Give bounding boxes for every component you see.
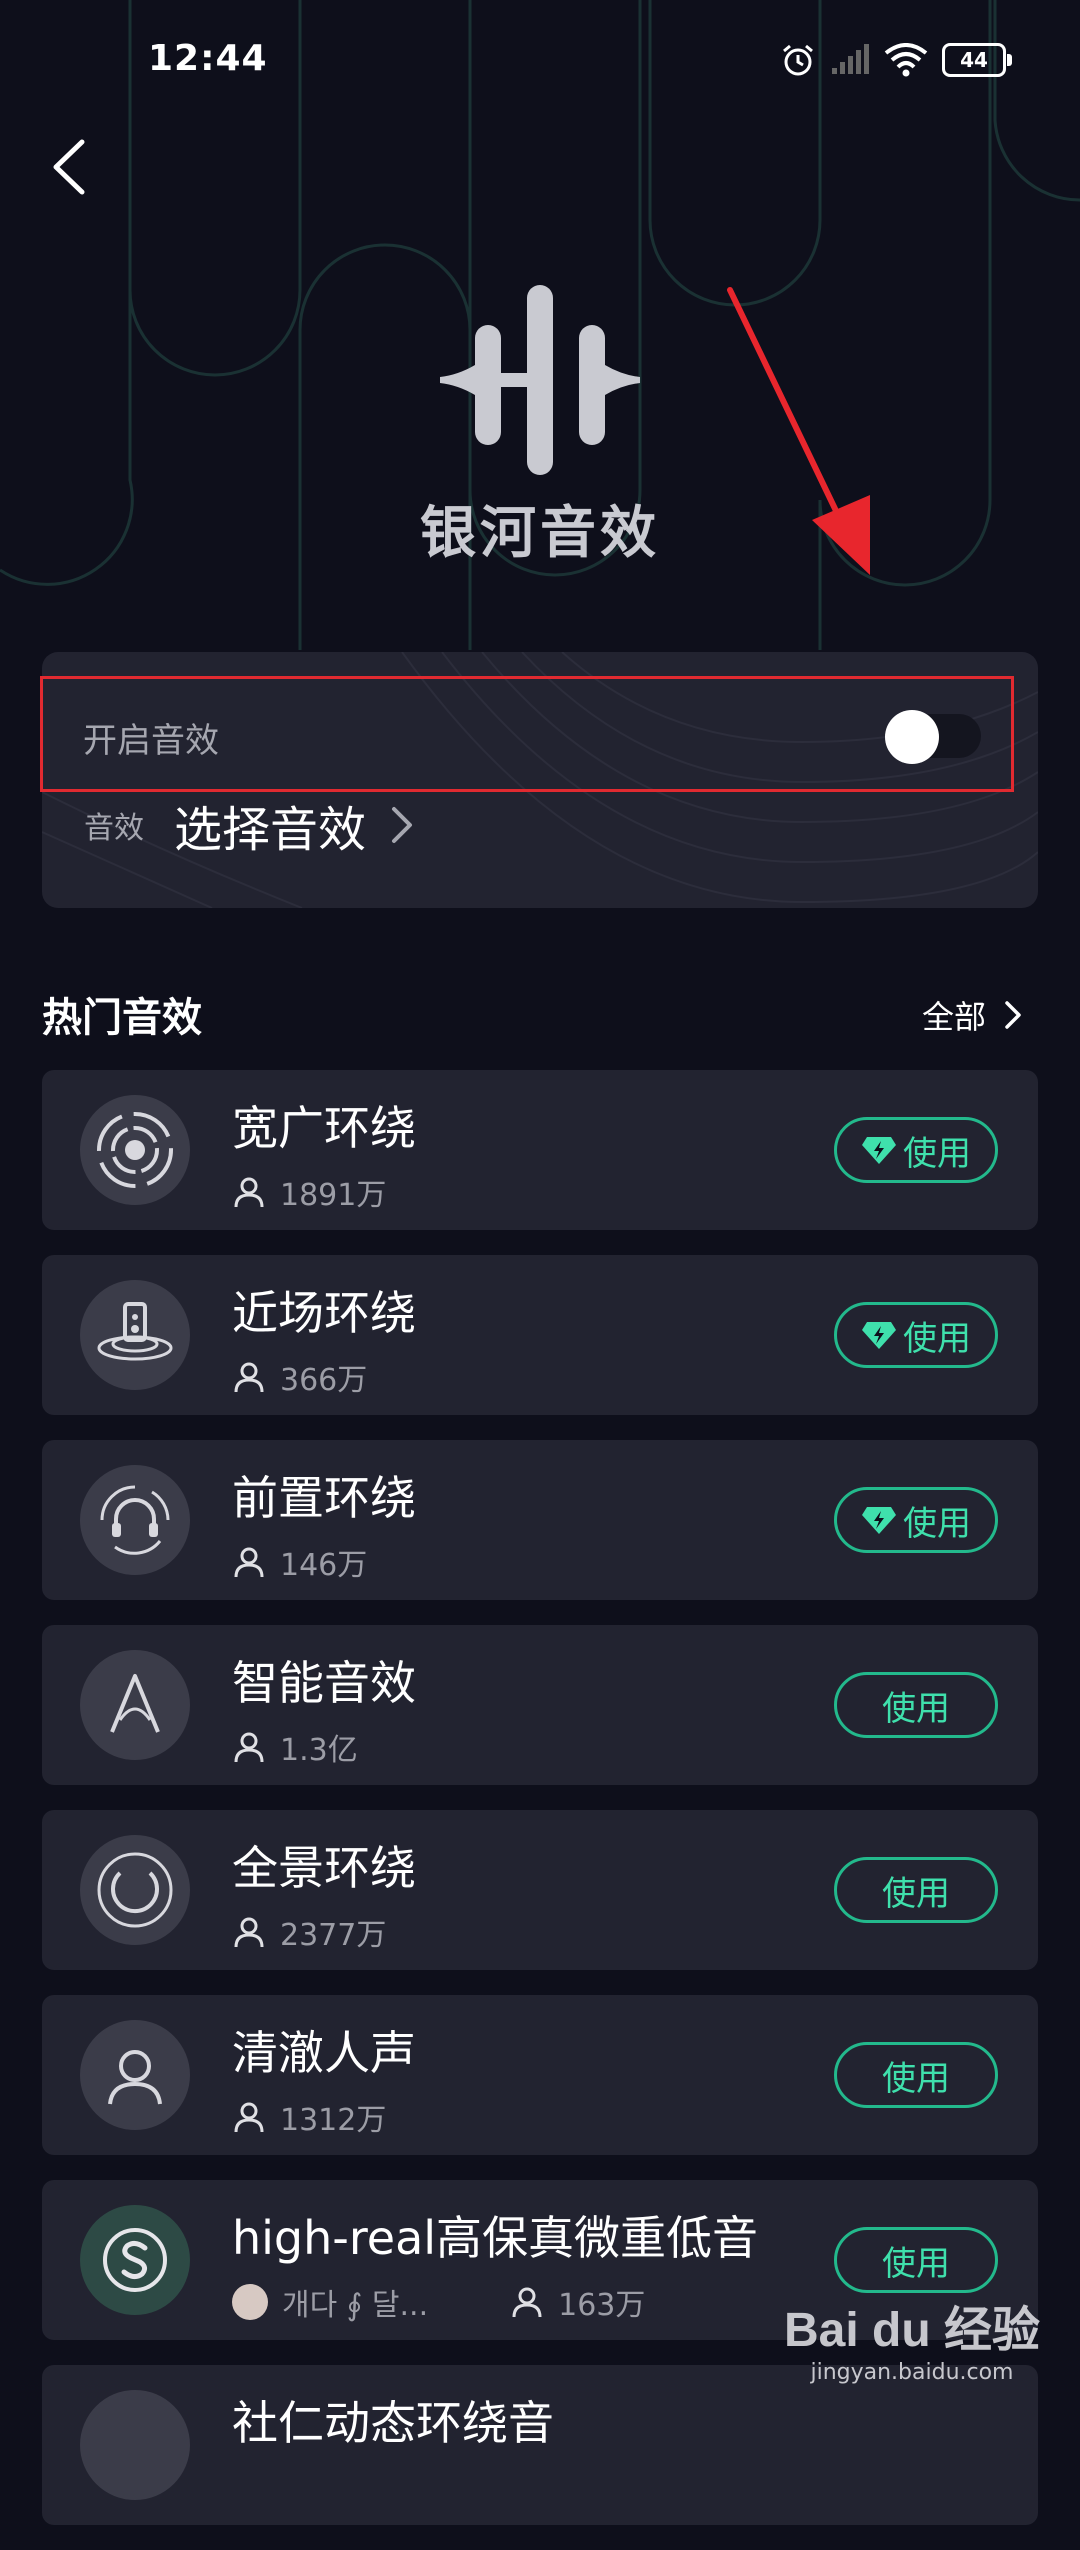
author-info: 개다 ∮ 달...	[232, 2280, 428, 2324]
wifi-icon	[884, 43, 928, 77]
status-bar: 12:44 44	[0, 0, 1080, 120]
select-effect-prefix: 音效	[84, 811, 144, 846]
list-item[interactable]: 智能音效 1.3亿 使用	[42, 1625, 1038, 1785]
effect-icon	[80, 2390, 190, 2500]
user-count-icon	[234, 2102, 264, 2133]
use-button[interactable]: 使用	[834, 2227, 998, 2293]
panorama-icon	[80, 1835, 190, 1945]
user-count-icon	[234, 1547, 264, 1578]
vip-gem-icon	[862, 1322, 896, 1349]
headphones-icon	[80, 1465, 190, 1575]
vip-gem-icon	[862, 1507, 896, 1534]
use-button-label: 使用	[882, 2243, 950, 2284]
chevron-right-icon	[392, 807, 413, 843]
user-count-icon	[234, 1177, 264, 1208]
use-button[interactable]: 使用	[834, 1857, 998, 1923]
item-title: 社仁动态环绕音	[232, 2396, 554, 2450]
use-button-label: 使用	[903, 1133, 971, 1174]
user-count: 1.3亿	[280, 1733, 358, 1768]
item-title: 近场环绕	[232, 1286, 416, 1340]
status-icons: 44	[780, 40, 1012, 80]
item-meta: 366万	[232, 1355, 367, 1399]
app-name: 银河音效	[420, 501, 660, 566]
item-title: 智能音效	[232, 1656, 416, 1710]
use-button-label: 使用	[903, 1318, 971, 1359]
enable-effect-row[interactable]: 开启音效	[40, 676, 1014, 792]
vip-gem-icon	[862, 1137, 896, 1164]
user-count: 366万	[280, 1363, 368, 1398]
use-button-label: 使用	[903, 1503, 971, 1544]
chevron-right-icon	[1005, 1001, 1021, 1029]
user-count: 1891万	[280, 1178, 387, 1213]
user-count-icon	[234, 1917, 264, 1948]
list-item[interactable]: 近场环绕 366万 使用	[42, 1255, 1038, 1415]
use-button-label: 使用	[882, 2058, 950, 2099]
item-title: 前置环绕	[232, 1471, 416, 1525]
use-button[interactable]: 使用	[834, 1117, 998, 1183]
annotation-arrow	[727, 287, 870, 575]
back-button[interactable]	[44, 132, 94, 202]
list-item[interactable]: 社仁动态环绕音	[42, 2365, 1038, 2525]
user-count: 146万	[280, 1548, 368, 1583]
watermark-url: jingyan.baidu.com	[810, 2360, 1014, 2385]
use-button[interactable]: 使用	[834, 2042, 998, 2108]
use-button-label: 使用	[882, 1688, 950, 1729]
ai-letter-icon	[80, 1650, 190, 1760]
item-meta: 146万	[232, 1540, 367, 1584]
list-item[interactable]: 宽广环绕 1891万 使用	[42, 1070, 1038, 1230]
item-title: 宽广环绕	[232, 1101, 416, 1155]
item-meta: 2377万	[232, 1910, 386, 1954]
item-meta: 개다 ∮ 달... 163万	[232, 2280, 645, 2324]
alarm-icon	[783, 44, 813, 76]
author-avatar	[232, 2284, 268, 2320]
select-effect-value[interactable]: 选择音效	[174, 790, 366, 860]
battery-icon: 44	[942, 43, 1012, 77]
user-count: 1312万	[280, 2103, 387, 2138]
item-title: 全景环绕	[232, 1841, 416, 1895]
watermark-brand: Bai du 经验	[783, 2304, 1040, 2357]
item-meta: 1.3亿	[232, 1725, 358, 1769]
item-title: 清澈人声	[232, 2026, 416, 2080]
select-effect-row[interactable]: 音效 选择音效	[84, 790, 414, 860]
baidu-watermark: Bai du 经验 jingyan.baidu.com	[784, 2290, 1040, 2385]
speaker-icon	[80, 1280, 190, 1390]
user-count: 163万	[558, 2288, 646, 2323]
user-count-icon	[512, 2287, 542, 2318]
list-item[interactable]: 前置环绕 146万 使用	[42, 1440, 1038, 1600]
status-time: 12:44	[148, 38, 268, 79]
item-meta: 1312万	[232, 2095, 386, 2139]
use-button[interactable]: 使用	[834, 1302, 998, 1368]
enable-effect-switch[interactable]	[885, 710, 981, 764]
view-all-link[interactable]: 全部	[922, 992, 1022, 1038]
use-button-label: 使用	[882, 1873, 950, 1914]
author-name: 개다 ∮ 달...	[282, 2288, 429, 2323]
user-count-icon	[234, 1362, 264, 1393]
wide-surround-icon	[80, 1095, 190, 1205]
use-button[interactable]: 使用	[834, 1672, 998, 1738]
switch-knob	[885, 710, 939, 764]
user-count-icon	[234, 1732, 264, 1763]
item-meta: 1891万	[232, 1170, 386, 1214]
s-badge-icon	[80, 2205, 190, 2315]
cellular-signal-icon	[832, 44, 869, 74]
list-item[interactable]: 清澈人声 1312万 使用	[42, 1995, 1038, 2155]
person-icon	[80, 2020, 190, 2130]
popular-effects-title: 热门音效	[42, 995, 202, 1041]
list-item[interactable]: 全景环绕 2377万 使用	[42, 1810, 1038, 1970]
use-button[interactable]: 使用	[834, 1487, 998, 1553]
view-all-label: 全部	[921, 998, 986, 1036]
enable-effect-label: 开启音效	[83, 721, 219, 761]
item-title: high-real高保真微重低音	[232, 2211, 759, 2265]
galaxy-audio-logo	[440, 285, 640, 475]
user-count: 2377万	[280, 1918, 387, 1953]
